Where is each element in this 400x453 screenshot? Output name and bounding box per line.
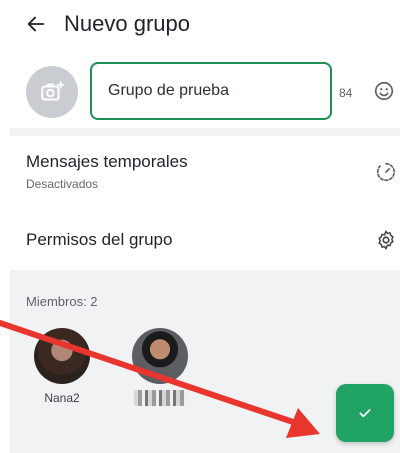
avatar <box>34 328 90 384</box>
setting-temporary-messages[interactable]: Mensajes temporales Desactivados <box>0 142 400 200</box>
section-divider <box>10 128 400 136</box>
page-title: Nuevo grupo <box>64 11 190 36</box>
setting-label: Mensajes temporales <box>26 152 188 171</box>
camera-add-icon <box>41 81 65 101</box>
app-header: Nuevo grupo <box>0 0 400 52</box>
back-button[interactable] <box>22 10 50 38</box>
member-name: Nana2 <box>44 391 80 405</box>
obscured-member-name <box>134 390 186 406</box>
timer-icon <box>374 160 398 184</box>
setting-label: Permisos del grupo <box>26 230 173 249</box>
smiley-icon <box>374 81 394 101</box>
create-group-button[interactable] <box>336 384 394 442</box>
group-name-row: Grupo de prueba 84 <box>0 58 400 126</box>
group-name-input[interactable]: Grupo de prueba <box>90 62 332 120</box>
emoji-button[interactable] <box>372 79 396 103</box>
check-icon <box>359 409 371 418</box>
char-counter: 84 <box>339 86 353 100</box>
member-item[interactable] <box>120 328 200 428</box>
gear-icon <box>374 228 398 252</box>
member-item[interactable]: Nana2 <box>22 328 102 428</box>
members-count-label: Miembros: 2 <box>26 294 98 309</box>
group-photo-button[interactable] <box>26 66 78 118</box>
setting-group-permissions[interactable]: Permisos del grupo <box>0 216 400 262</box>
arrow-left-icon <box>27 16 45 32</box>
setting-sublabel: Desactivados <box>26 177 99 191</box>
avatar <box>132 328 188 384</box>
